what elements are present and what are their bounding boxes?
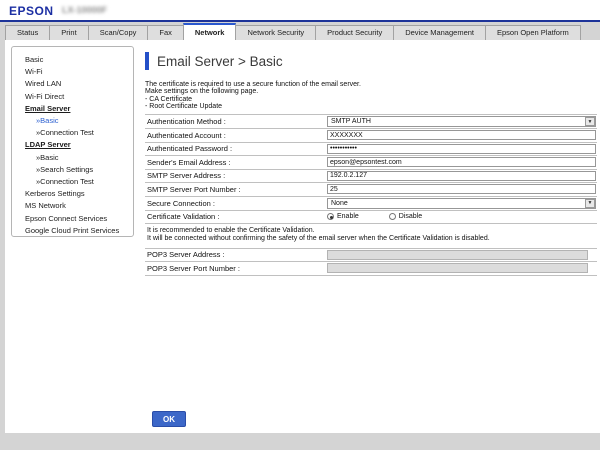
sidebar-item-ldap-connection-test[interactable]: »Connection Test — [12, 176, 131, 188]
sidebar-item-ms-network[interactable]: MS Network — [12, 200, 131, 212]
tab-status[interactable]: Status — [5, 25, 50, 40]
form-row-authenticated-password: Authenticated Password : — [145, 143, 597, 157]
field-label: Authenticated Account : — [145, 131, 327, 140]
radio-selected-icon[interactable] — [327, 213, 334, 220]
form-row-pop3-server-port-number: POP3 Server Port Number : — [145, 262, 597, 276]
main-panel: Email Server > Basic The certificate is … — [145, 52, 598, 276]
header-bar: EPSON LX-10000F — [0, 0, 600, 20]
tab-scan-copy[interactable]: Scan/Copy — [88, 25, 149, 40]
secure-connection-select[interactable]: None ▼ — [327, 198, 596, 209]
field-label: POP3 Server Port Number : — [145, 264, 327, 273]
radio-unselected-icon[interactable] — [389, 213, 396, 220]
sidebar-nav: Basic Wi-Fi Wired LAN Wi-Fi Direct Email… — [11, 46, 134, 237]
sidebar-item-ldap-search-settings[interactable]: »Search Settings — [12, 164, 131, 176]
field-label: Authentication Method : — [145, 117, 327, 126]
description-line: - CA Certificate — [145, 96, 598, 103]
tab-bar: Status Print Scan/Copy Fax Network Netwo… — [0, 23, 600, 40]
note-line: It will be connected without confirming … — [147, 235, 597, 243]
certificate-validation-radio-group: Enable Disable — [327, 213, 452, 220]
sidebar-item-epson-connect-services[interactable]: Epson Connect Services — [12, 213, 131, 225]
form-row-authentication-method: Authentication Method : SMTP AUTH ▼ — [145, 115, 597, 129]
chevron-down-icon[interactable]: ▼ — [585, 199, 595, 208]
sidebar-item-basic[interactable]: Basic — [12, 54, 131, 66]
selected-value: None — [328, 200, 348, 207]
form-row-smtp-server-port-number: SMTP Server Port Number : — [145, 183, 597, 197]
selected-value: SMTP AUTH — [328, 118, 371, 125]
field-label: SMTP Server Address : — [145, 171, 327, 180]
page-title: Email Server > Basic — [157, 54, 283, 69]
tab-network-security[interactable]: Network Security — [235, 25, 316, 40]
tab-network[interactable]: Network — [183, 23, 237, 40]
field-label: Sender's Email Address : — [145, 158, 327, 167]
sidebar-item-email-connection-test[interactable]: »Connection Test — [12, 127, 131, 139]
form-row-smtp-server-address: SMTP Server Address : — [145, 170, 597, 184]
note-line: It is recommended to enable the Certific… — [147, 227, 597, 235]
field-label: POP3 Server Address : — [145, 250, 327, 259]
description-line: Make settings on the following page. — [145, 88, 598, 95]
epson-web-config-page: EPSON LX-10000F Status Print Scan/Copy F… — [0, 0, 600, 450]
description-block: The certificate is required to use a sec… — [145, 81, 598, 110]
smtp-server-address-input[interactable] — [327, 171, 596, 181]
sidebar-item-email-basic[interactable]: »Basic — [12, 115, 131, 127]
tab-print[interactable]: Print — [49, 25, 88, 40]
radio-option-enable[interactable]: Enable — [327, 213, 359, 220]
sidebar-item-kerberos-settings[interactable]: Kerberos Settings — [12, 188, 131, 200]
sidebar-item-wired-lan[interactable]: Wired LAN — [12, 78, 131, 90]
epson-logo: EPSON — [9, 4, 54, 18]
ok-button[interactable]: OK — [152, 411, 186, 427]
field-label: Authenticated Password : — [145, 144, 327, 153]
sidebar-item-ldap-basic[interactable]: »Basic — [12, 152, 131, 164]
certificate-validation-note: It is recommended to enable the Certific… — [145, 224, 597, 248]
form-row-authenticated-account: Authenticated Account : — [145, 129, 597, 143]
field-label: SMTP Server Port Number : — [145, 185, 327, 194]
title-accent-bar — [145, 52, 149, 70]
pop3-server-address-input — [327, 250, 588, 260]
description-line: The certificate is required to use a sec… — [145, 81, 598, 88]
form-row-secure-connection: Secure Connection : None ▼ — [145, 197, 597, 211]
authenticated-account-input[interactable] — [327, 130, 596, 140]
authenticated-password-input[interactable] — [327, 144, 596, 154]
form-row-senders-email-address: Sender's Email Address : — [145, 156, 597, 170]
tab-epson-open-platform[interactable]: Epson Open Platform — [485, 25, 581, 40]
model-name-redacted: LX-10000F — [62, 5, 107, 15]
sidebar-group-email-server: Email Server — [12, 103, 131, 115]
email-server-form: Authentication Method : SMTP AUTH ▼ Auth… — [145, 114, 597, 275]
description-line: - Root Certificate Update — [145, 103, 598, 110]
title-row: Email Server > Basic — [145, 52, 598, 70]
radio-option-disable[interactable]: Disable — [389, 213, 422, 220]
content-area: Basic Wi-Fi Wired LAN Wi-Fi Direct Email… — [5, 40, 600, 433]
field-label: Secure Connection : — [145, 199, 327, 208]
header-divider — [0, 20, 600, 22]
radio-label: Enable — [337, 213, 359, 220]
sidebar-item-google-cloud-print-services[interactable]: Google Cloud Print Services — [12, 225, 131, 237]
chevron-down-icon[interactable]: ▼ — [585, 117, 595, 126]
field-label: Certificate Validation : — [145, 212, 327, 221]
sidebar-group-ldap-server: LDAP Server — [12, 139, 131, 151]
sidebar-item-wifi[interactable]: Wi-Fi — [12, 66, 131, 78]
form-row-pop3-server-address: POP3 Server Address : — [145, 249, 597, 263]
tab-device-management[interactable]: Device Management — [393, 25, 486, 40]
radio-label: Disable — [399, 213, 422, 220]
authentication-method-select[interactable]: SMTP AUTH ▼ — [327, 116, 596, 127]
pop3-server-port-number-input — [327, 263, 588, 273]
form-row-certificate-validation: Certificate Validation : Enable Disable — [145, 211, 597, 225]
smtp-server-port-number-input[interactable] — [327, 184, 596, 194]
tab-fax[interactable]: Fax — [147, 25, 184, 40]
senders-email-address-input[interactable] — [327, 157, 596, 167]
tab-product-security[interactable]: Product Security — [315, 25, 394, 40]
sidebar-item-wifi-direct[interactable]: Wi-Fi Direct — [12, 91, 131, 103]
